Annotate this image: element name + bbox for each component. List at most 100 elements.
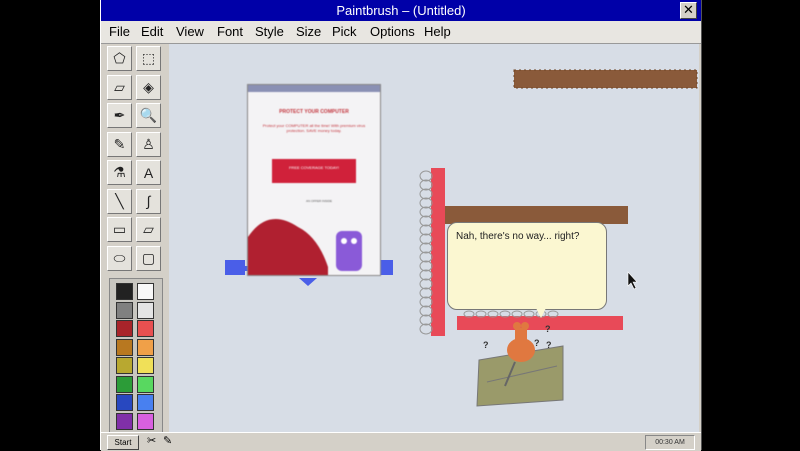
text-icon: A	[143, 164, 154, 181]
tool-button-brush[interactable]: ♙	[136, 131, 161, 157]
color-swatch[interactable]	[137, 283, 154, 300]
tool-button-color-picker[interactable]: ✒	[107, 103, 132, 128]
color-swatch[interactable]	[116, 301, 133, 319]
line-icon: ╲	[115, 192, 124, 209]
color-palette	[109, 278, 163, 436]
color-swatch[interactable]	[116, 320, 133, 337]
tool-button-text[interactable]: A	[136, 160, 161, 185]
menu-font[interactable]: Font	[217, 21, 243, 43]
question-mark-2: ?	[534, 338, 540, 348]
polygon-icon: ▱	[143, 221, 154, 237]
start-label: Start	[114, 438, 132, 447]
brush-icon: ♙	[142, 135, 155, 152]
close-icon: ✕	[683, 2, 694, 17]
color-swatch[interactable]	[137, 338, 154, 356]
tool-button-airbrush[interactable]: ⚗	[107, 160, 132, 185]
menu-options[interactable]: Options	[370, 21, 415, 43]
taskbar-tool-icon[interactable]: ✎	[163, 434, 172, 447]
taskbar: Start ✂ ✎ 00:30 AM	[101, 432, 701, 451]
menu-view[interactable]: View	[176, 21, 204, 43]
menu-help[interactable]: Help	[424, 21, 451, 43]
color-swatch[interactable]	[116, 338, 133, 356]
paintbrush-window: Paintbrush – (Untitled) ✕ File Edit View…	[100, 0, 702, 451]
clock-text: 00:30 AM	[655, 439, 685, 446]
red-floor	[457, 316, 623, 330]
spring-coil	[419, 170, 433, 335]
title-bar[interactable]: Paintbrush – (Untitled) ✕	[101, 0, 701, 21]
tool-button-free-select[interactable]: ⬠	[107, 46, 132, 71]
tool-button-pencil[interactable]: ✎	[107, 131, 132, 157]
tool-button-fill-bucket[interactable]: ◈	[136, 74, 161, 100]
color-swatch[interactable]	[137, 375, 154, 393]
ad-red-wave	[248, 219, 328, 275]
airbrush-icon: ⚗	[113, 164, 126, 180]
taskbar-app-icon[interactable]: ✂	[147, 434, 156, 447]
ad-mascot-eye-right	[351, 238, 357, 244]
ad-graphic	[248, 219, 362, 275]
blue-platform-arrow	[299, 278, 317, 286]
color-swatch[interactable]	[116, 412, 133, 430]
blue-platform-left	[225, 260, 245, 275]
taskbar-clock: 00:30 AM	[645, 435, 695, 450]
pencil-icon: ✎	[113, 135, 126, 152]
drawing-canvas[interactable]: PROTECT YOUR COMPUTER Protect your COMPU…	[169, 44, 699, 432]
tool-button-rectangle[interactable]: ▭	[107, 217, 132, 242]
color-picker-icon: ✒	[113, 107, 126, 123]
ad-mascot	[336, 231, 362, 271]
free-select-icon: ⬠	[113, 50, 126, 66]
speech-bubble-text: Nah, there's no way... right?	[456, 231, 580, 242]
color-swatch[interactable]	[116, 394, 133, 411]
ad-mascot-eye-left	[341, 238, 347, 244]
eraser-icon: ▱	[114, 78, 125, 95]
tool-button-curve[interactable]: ∫	[136, 188, 161, 214]
menu-size[interactable]: Size	[296, 21, 321, 43]
menu-bar: File Edit View Font Style Size Pick Opti…	[101, 21, 701, 44]
color-swatch[interactable]	[137, 394, 154, 411]
fill-bucket-icon: ◈	[143, 78, 154, 95]
question-mark-3: ?	[545, 324, 551, 334]
ad-body: Protect your COMPUTER all the time! With…	[262, 123, 366, 133]
ellipse-icon: ⬭	[113, 249, 126, 266]
question-mark-1: ?	[483, 340, 489, 350]
tool-button-rounded-rect[interactable]: ▢	[136, 245, 161, 271]
color-swatch[interactable]	[137, 357, 154, 374]
color-swatch[interactable]	[137, 320, 154, 337]
tool-button-polygon[interactable]: ▱	[136, 217, 161, 242]
pushpin-eye-right	[521, 322, 529, 330]
tool-button-line[interactable]: ╲	[107, 188, 132, 214]
close-button[interactable]: ✕	[680, 2, 697, 19]
rect-select-icon: ⬚	[141, 50, 156, 66]
tool-button-rect-select[interactable]: ⬚	[136, 46, 161, 71]
rectangle-icon: ▭	[112, 221, 127, 237]
speech-bubble-tail	[535, 306, 547, 318]
ad-title-bar	[248, 85, 380, 92]
mouse-cursor-icon	[627, 271, 638, 290]
ad-button[interactable]: FREE COVERAGE TODAY!	[272, 159, 356, 183]
menu-style[interactable]: Style	[255, 21, 284, 43]
color-swatch[interactable]	[116, 357, 133, 374]
speech-bubble: Nah, there's no way... right?	[447, 222, 607, 310]
magnifier-icon: 🔍	[139, 107, 158, 123]
tool-button-magnifier[interactable]: 🔍	[136, 103, 161, 128]
menu-edit[interactable]: Edit	[141, 21, 163, 43]
rounded-rect-icon: ▢	[141, 249, 156, 266]
pushpin-eye-left	[513, 322, 521, 330]
menu-pick[interactable]: Pick	[332, 21, 357, 43]
question-mark-4: ?	[546, 340, 552, 350]
color-swatch[interactable]	[116, 283, 133, 300]
curve-icon: ∫	[146, 193, 151, 209]
color-swatch[interactable]	[137, 301, 154, 319]
window-title: Paintbrush – (Untitled)	[336, 3, 466, 18]
tool-button-ellipse[interactable]: ⬭	[107, 245, 132, 271]
tool-button-eraser[interactable]: ▱	[107, 74, 132, 100]
pushpin-body	[515, 328, 527, 342]
menu-file[interactable]: File	[109, 21, 130, 43]
popup-ad[interactable]: PROTECT YOUR COMPUTER Protect your COMPU…	[247, 84, 381, 276]
brown-platform-top	[514, 70, 697, 88]
start-button[interactable]: Start	[107, 435, 139, 450]
color-swatch[interactable]	[137, 412, 154, 430]
toolbox: ⬠ ⬚ ▱ ◈ ✒ 🔍 ✎ ♙ ⚗ A ╲ ∫ ▭ ▱ ⬭ ▢	[107, 46, 165, 272]
color-swatch[interactable]	[116, 375, 133, 393]
red-wall	[431, 168, 445, 336]
ad-headline: PROTECT YOUR COMPUTER	[279, 109, 349, 115]
